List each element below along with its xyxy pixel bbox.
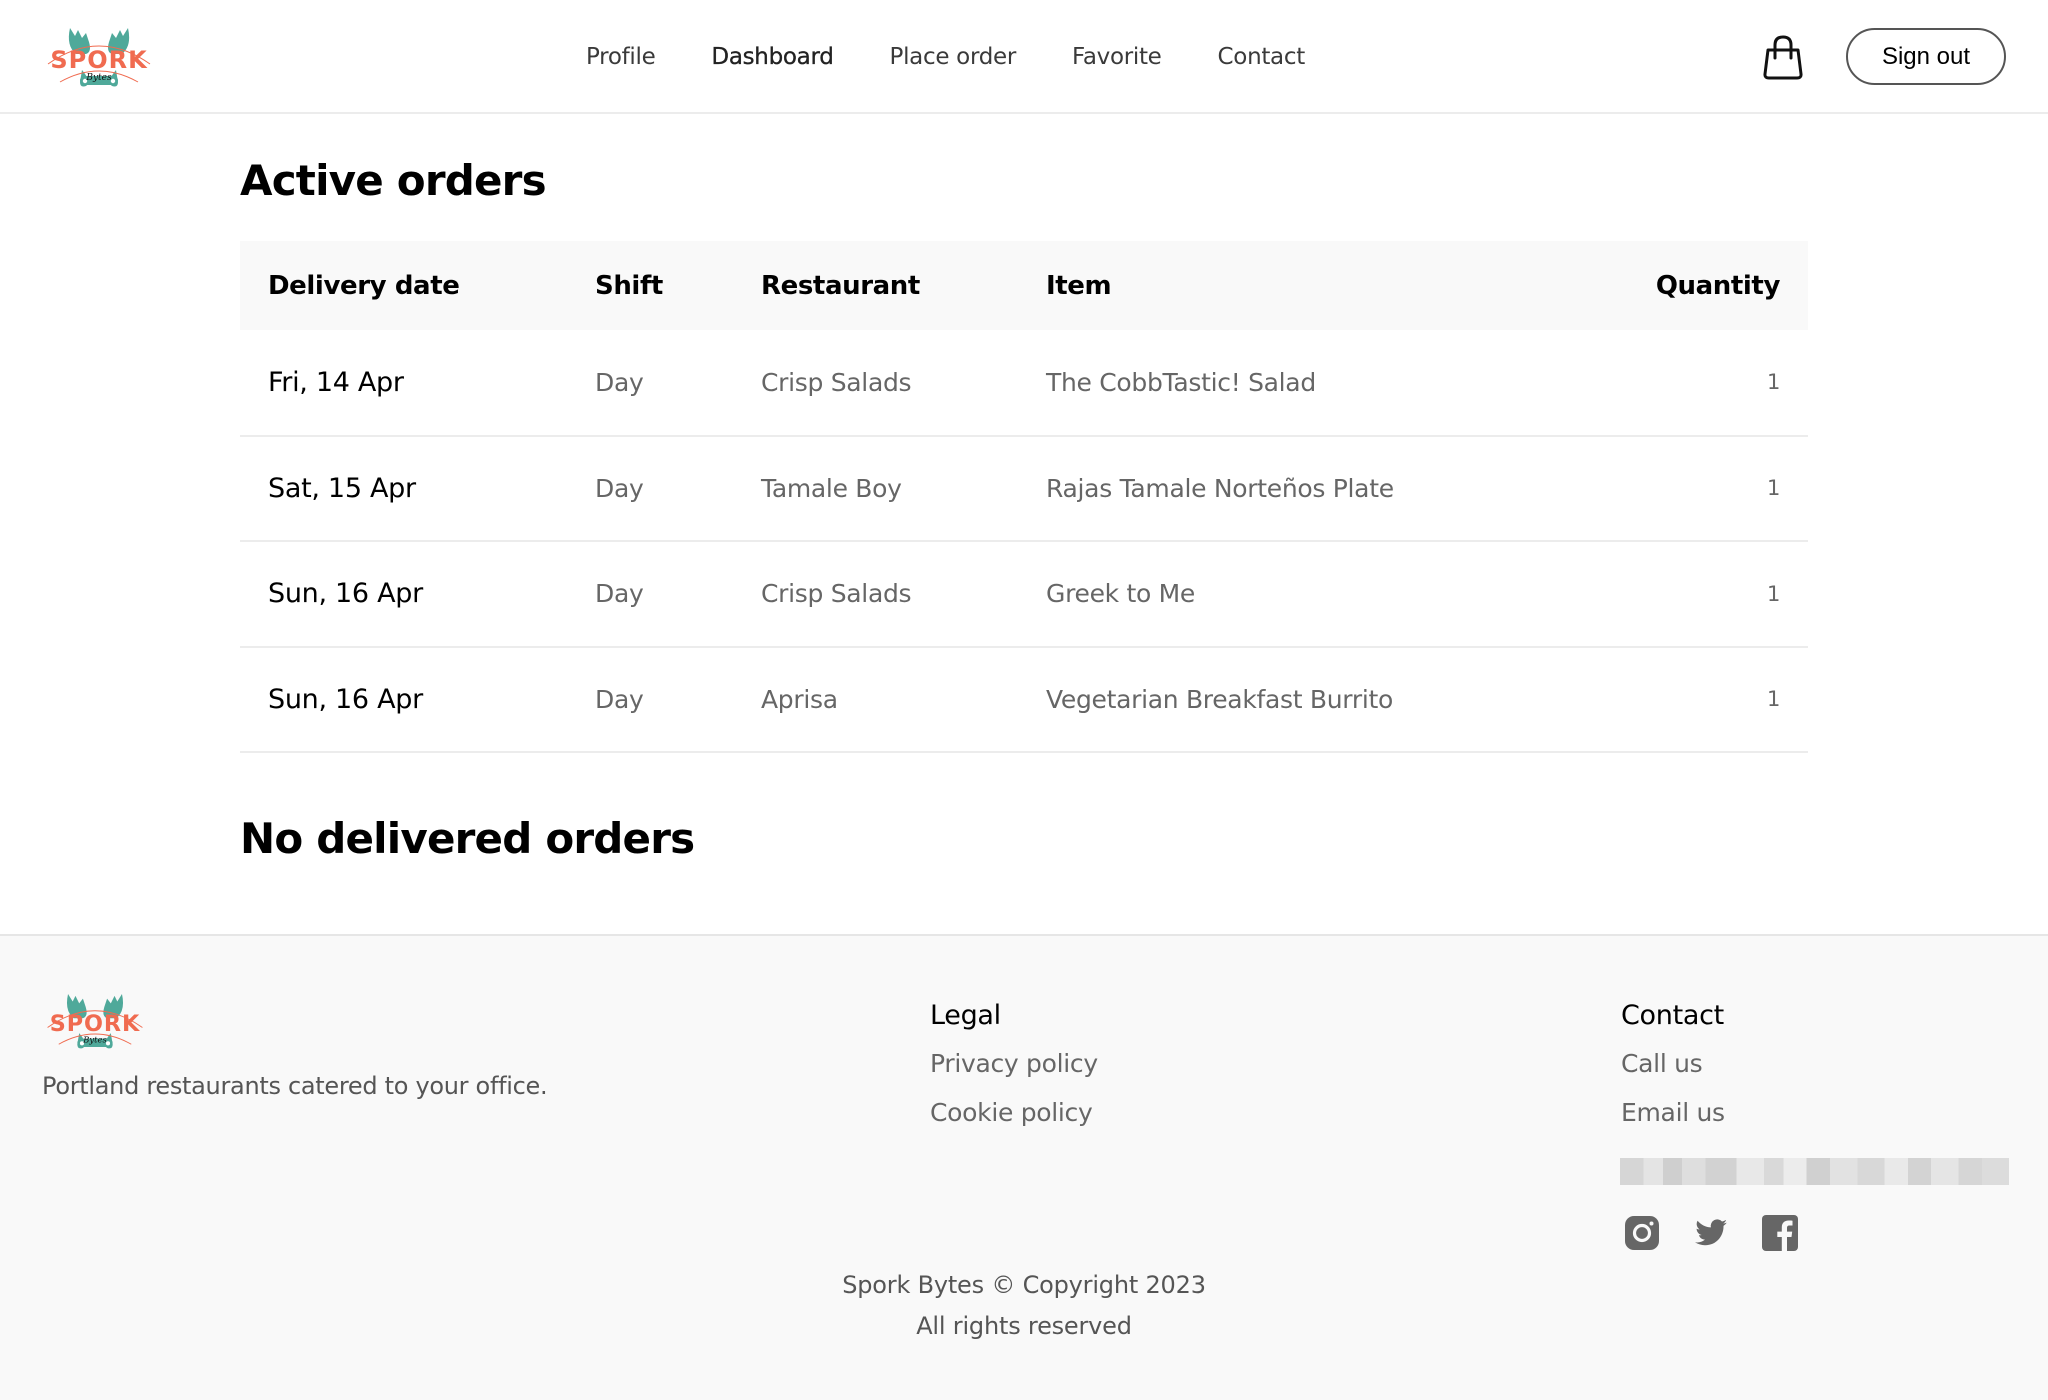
copyright-text: Spork Bytes © Copyright 2023 — [842, 1271, 1206, 1299]
cell-restaurant: Crisp Salads — [761, 367, 912, 397]
column-header-restaurant: Restaurant — [761, 270, 920, 301]
sign-out-button[interactable]: Sign out — [1846, 28, 2006, 85]
cell-delivery-date: Sun, 16 Apr — [268, 578, 423, 610]
table-row: Sat, 15 Apr Day Tamale Boy Rajas Tamale … — [240, 436, 1808, 541]
cell-restaurant: Tamale Boy — [761, 473, 902, 503]
main-nav: Profile Dashboard Place order Favorite C… — [586, 40, 1361, 74]
cell-delivery-date: Sun, 16 Apr — [268, 683, 423, 715]
active-orders-table: Delivery date Shift Restaurant Item Quan… — [240, 241, 1808, 753]
column-header-shift: Shift — [595, 270, 663, 301]
footer-legal-heading: Legal — [930, 1000, 1001, 1031]
table-row: Sun, 16 Apr Day Aprisa Vegetarian Breakf… — [240, 647, 1808, 752]
delivered-orders-title: No delivered orders — [240, 814, 695, 863]
cell-shift: Day — [595, 579, 644, 609]
facebook-icon[interactable] — [1762, 1215, 1798, 1251]
nav-favorite[interactable]: Favorite — [1072, 44, 1162, 70]
column-header-quantity: Quantity — [1655, 270, 1781, 301]
privacy-policy-link[interactable]: Privacy policy — [930, 1049, 1098, 1089]
cell-quantity: 1 — [1766, 476, 1780, 501]
redacted-address — [1620, 1158, 2009, 1185]
cell-shift: Day — [595, 684, 644, 714]
table-header-row: Delivery date Shift Restaurant Item Quan… — [240, 241, 1808, 330]
cell-shift: Day — [595, 367, 644, 397]
cell-item: Rajas Tamale Norteños Plate — [1046, 473, 1394, 503]
nav-place-order[interactable]: Place order — [890, 44, 1017, 70]
active-orders-title: Active orders — [240, 156, 547, 205]
cell-quantity: 1 — [1766, 370, 1780, 395]
spork-bytes-logo[interactable] — [42, 24, 156, 90]
footer-contact-heading: Contact — [1621, 1000, 1724, 1031]
nav-contact[interactable]: Contact — [1218, 44, 1306, 70]
site-footer: Portland restaurants catered to your off… — [0, 934, 2048, 1400]
cell-item: Greek to Me — [1046, 579, 1195, 609]
cell-restaurant: Aprisa — [761, 684, 838, 714]
nav-profile[interactable]: Profile — [586, 44, 656, 70]
cell-quantity: 1 — [1766, 687, 1780, 712]
email-us-link[interactable]: Email us — [1621, 1098, 1725, 1138]
cell-item: Vegetarian Breakfast Burrito — [1046, 684, 1393, 714]
spork-bytes-footer-logo[interactable] — [42, 990, 148, 1052]
cell-restaurant: Crisp Salads — [761, 579, 912, 609]
cookie-policy-link[interactable]: Cookie policy — [930, 1098, 1098, 1138]
twitter-icon[interactable] — [1693, 1215, 1729, 1251]
table-row: Sun, 16 Apr Day Crisp Salads Greek to Me… — [240, 541, 1808, 647]
cell-quantity: 1 — [1766, 581, 1780, 606]
nav-dashboard[interactable]: Dashboard — [711, 44, 834, 70]
footer-legal-column: Legal Privacy policy Cookie policy — [930, 1000, 1098, 1138]
instagram-icon[interactable] — [1624, 1215, 1660, 1251]
rights-text: All rights reserved — [916, 1312, 1132, 1340]
call-us-link[interactable]: Call us — [1621, 1049, 1725, 1089]
table-row: Fri, 14 Apr Day Crisp Salads The CobbTas… — [240, 330, 1808, 436]
footer-tagline: Portland restaurants catered to your off… — [42, 1072, 548, 1100]
column-header-item: Item — [1046, 270, 1112, 301]
social-links — [1624, 1215, 1831, 1251]
cell-delivery-date: Sat, 15 Apr — [268, 472, 416, 504]
shopping-bag-icon[interactable] — [1762, 34, 1804, 80]
column-header-delivery-date: Delivery date — [268, 270, 460, 301]
site-header: Profile Dashboard Place order Favorite C… — [0, 0, 2048, 114]
cell-shift: Day — [595, 473, 644, 503]
cell-delivery-date: Fri, 14 Apr — [268, 366, 404, 398]
cell-item: The CobbTastic! Salad — [1046, 367, 1316, 397]
footer-contact-column: Contact Call us Email us — [1621, 1000, 1725, 1138]
